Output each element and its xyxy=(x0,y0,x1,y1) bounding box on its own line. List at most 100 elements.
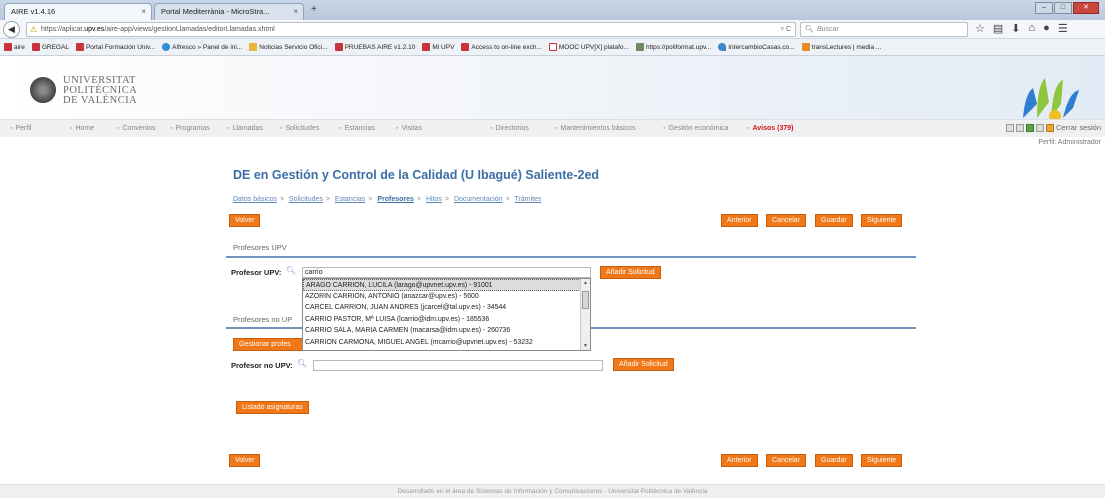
dropdown-option[interactable]: CARRIO SALA, MARIA CARMEN (macarsa@idm.u… xyxy=(303,325,581,337)
gestionar-profesores-button[interactable]: Gestionar profes xyxy=(233,338,303,351)
breadcrumb-profesores[interactable]: Profesores xyxy=(377,196,414,203)
bookmark-item[interactable]: MOOC UPV[X] platafo... xyxy=(548,43,629,51)
bookmark-item[interactable]: IntercambioCasas.co... xyxy=(718,43,795,51)
bookmarks-bar: aire GREGAL Portal Formación Univ... Alf… xyxy=(0,39,1105,56)
tab-portal[interactable]: Portal Mediterrània - MicroStra... × xyxy=(154,3,304,20)
menu-item-home[interactable]: ▪ Home xyxy=(70,125,94,132)
window-icon[interactable] xyxy=(1035,123,1044,132)
bookmark-item[interactable]: Access to on-line exch... xyxy=(461,43,542,51)
search-icon[interactable]: 🔍︎ xyxy=(297,359,307,368)
logout-link[interactable]: Cerrar sesión xyxy=(1056,123,1101,132)
bookmark-favicon-icon xyxy=(75,43,84,51)
chat-icon[interactable]: ● xyxy=(1043,22,1050,35)
url-bar[interactable]: ⚠ https://aplicat.upv.es/aire-app/views/… xyxy=(26,22,796,37)
status-icon[interactable] xyxy=(1025,123,1034,132)
bookmark-item[interactable]: Noticias Servicio Ofici... xyxy=(249,43,328,51)
bookmark-favicon-icon xyxy=(548,43,557,51)
reading-list-icon[interactable]: ▤ xyxy=(993,22,1003,35)
menu-item-llamadas[interactable]: ▪ Llamadas xyxy=(227,125,263,132)
anadir-solicitud-no-upv-button[interactable]: Añadir Solicitud xyxy=(613,358,674,371)
breadcrumb-datos-basicos[interactable]: Datos básicos xyxy=(233,196,277,203)
scroll-thumb[interactable] xyxy=(582,291,589,309)
bookmark-item[interactable]: transLectures | media ... xyxy=(801,43,881,51)
site-header: UNIVERSITAT POLITÈCNICA DE VALÈNCIA xyxy=(0,56,1105,119)
menu-item-mantenimientos[interactable]: ▪ Mantenimientos básicos xyxy=(555,125,636,132)
close-window-icon[interactable]: ✕ xyxy=(1073,2,1099,14)
cancelar-button[interactable]: Cancelar xyxy=(766,214,807,227)
bookmark-item[interactable]: aire xyxy=(4,43,25,51)
bookmark-item[interactable]: Mi UPV xyxy=(422,43,454,51)
bookmark-item[interactable]: PRUEBAS AIRE v1.2.10 xyxy=(334,43,415,51)
home-icon[interactable]: ⌂ xyxy=(1029,22,1036,35)
breadcrumb-solicitudes[interactable]: Solicitudes xyxy=(289,196,323,203)
bookmark-item[interactable]: GREGAL xyxy=(31,43,69,51)
maximize-icon[interactable]: □ xyxy=(1054,2,1072,14)
anterior-button-bottom[interactable]: Anterior xyxy=(721,454,758,467)
menu-item-visitas[interactable]: ▪ Visitas xyxy=(396,125,422,132)
scroll-down-icon[interactable]: ▼ xyxy=(582,343,589,349)
search-icon[interactable]: 🔍︎ xyxy=(286,266,296,275)
autocomplete-dropdown[interactable]: ARAGO CARRION, LUCILA (larago@upvnet.upv… xyxy=(302,278,591,351)
profile-label: Perfil: Administrador xyxy=(1038,139,1101,146)
bookmark-favicon-icon xyxy=(249,43,258,51)
dropdown-option[interactable]: AZORIN CARRION, ANTONIO (anazcar@upv.es)… xyxy=(303,291,581,303)
breadcrumb-hitos[interactable]: Hitos xyxy=(426,196,442,203)
menu-item-estancias[interactable]: ▪ Estancias xyxy=(339,125,375,132)
siguiente-button-bottom[interactable]: Siguiente xyxy=(861,454,903,467)
tab-aire[interactable]: AIRE v1.4.16 × xyxy=(4,3,152,20)
menu-item-solicitudes[interactable]: ▪ Solicitudes xyxy=(280,125,319,132)
logo-line: DE VALÈNCIA xyxy=(63,95,138,106)
close-tab-icon[interactable]: × xyxy=(141,7,146,16)
menu-item-directorios[interactable]: ▪ Directorios xyxy=(490,125,529,132)
download-icon[interactable]: ⬇ xyxy=(1011,22,1020,35)
close-tab-icon[interactable]: × xyxy=(293,7,298,16)
guardar-button-bottom[interactable]: Guardar xyxy=(815,454,853,467)
menu-item-programas[interactable]: ▪ Programas xyxy=(170,125,210,132)
cancelar-button-bottom[interactable]: Cancelar xyxy=(766,454,807,467)
window-icon[interactable] xyxy=(1015,123,1024,132)
guardar-button[interactable]: Guardar xyxy=(815,214,853,227)
listado-asignaturas-button[interactable]: Listado asignaturas xyxy=(236,401,309,414)
reload-icon[interactable]: ▿ C xyxy=(780,25,791,33)
breadcrumb-separator: > xyxy=(416,196,421,203)
menu-item-perfil[interactable]: ▪ Perfil xyxy=(10,125,31,132)
menu-item-avisos[interactable]: ▪ Avisos (379) xyxy=(747,125,793,132)
breadcrumb-documentacion[interactable]: Documentación xyxy=(454,196,503,203)
minimize-icon[interactable]: – xyxy=(1035,2,1053,14)
bookmark-item[interactable]: Alfresco » Panel de ini... xyxy=(162,43,242,51)
bookmark-item[interactable]: https://poliformat.upv... xyxy=(635,43,711,51)
siguiente-button[interactable]: Siguiente xyxy=(861,214,903,227)
breadcrumb-tramites[interactable]: Trámites xyxy=(515,196,542,203)
lock-icon[interactable] xyxy=(1045,123,1054,132)
scroll-up-icon[interactable]: ▲ xyxy=(582,280,589,286)
bookmark-favicon-icon xyxy=(162,43,171,51)
menu-icon[interactable]: ☰ xyxy=(1058,22,1068,35)
volver-button[interactable]: Volver xyxy=(229,214,261,227)
menu-item-convenios[interactable]: ▪ Convenios xyxy=(117,125,156,132)
dropdown-option[interactable]: CARRION CARMONA, MIGUEL ANGEL (mcarrio@u… xyxy=(303,337,581,349)
window-controls: – □ ✕ xyxy=(1034,2,1099,16)
volver-button-bottom[interactable]: Volver xyxy=(229,454,261,467)
bookmark-star-icon[interactable]: ☆ xyxy=(975,22,985,35)
window-icon[interactable] xyxy=(1005,123,1014,132)
search-icon: 🔍︎ xyxy=(805,26,814,33)
url-suffix: /aire-app/views/gestionLlamadas/editorLl… xyxy=(104,26,275,33)
university-logo-text[interactable]: UNIVERSITAT POLITÈCNICA DE VALÈNCIA xyxy=(63,75,138,106)
menu-item-gestion-economica[interactable]: ▪ Gestión económica xyxy=(663,125,728,132)
profesor-no-upv-input[interactable] xyxy=(313,360,603,371)
anterior-button[interactable]: Anterior xyxy=(721,214,758,227)
new-tab-button[interactable]: + xyxy=(311,4,317,15)
dropdown-option[interactable]: ARAGO CARRION, LUCILA (larago@upvnet.upv… xyxy=(303,279,581,291)
breadcrumb-separator: > xyxy=(368,196,373,203)
bookmark-favicon-icon xyxy=(718,43,727,51)
back-arrow-icon[interactable]: ◀ xyxy=(3,21,20,38)
dropdown-scrollbar[interactable]: ▲ ▼ xyxy=(580,279,590,350)
university-seal-logo[interactable] xyxy=(30,77,56,103)
bookmark-item[interactable]: Portal Formación Univ... xyxy=(75,43,155,51)
anadir-solicitud-upv-button[interactable]: Añadir Solicitud xyxy=(600,266,661,279)
browser-search-input[interactable]: 🔍︎ Buscar xyxy=(800,22,968,37)
dropdown-option[interactable]: CARRIO PASTOR, Mª LUISA (lcarrio@idm.upv… xyxy=(303,314,581,326)
dropdown-option[interactable]: CARCEL CARRION, JUAN ANDRES (jcarcel@tal… xyxy=(303,302,581,314)
profesor-upv-input[interactable]: carrio xyxy=(302,267,591,278)
breadcrumb-estancias[interactable]: Estancias xyxy=(335,196,365,203)
